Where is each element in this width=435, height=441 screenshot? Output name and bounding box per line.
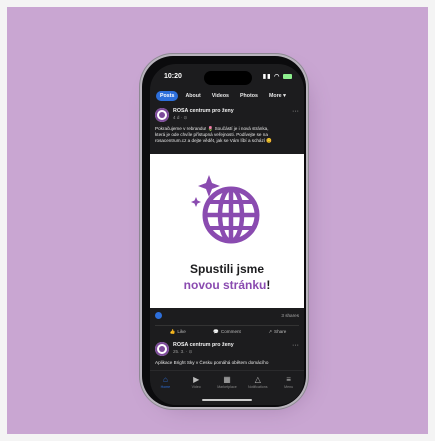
post-meta: 25. 3. · ⊙	[173, 349, 193, 354]
comment-button[interactable]: 💬 Comment	[211, 329, 241, 339]
comment-label: Comment	[220, 329, 241, 334]
avatar[interactable]	[155, 342, 169, 356]
post-text: Pokračujeme v rebrandu! 🌷 Součástí je i …	[155, 126, 299, 144]
shares-count[interactable]: 3 shares	[281, 313, 299, 318]
status-icons: ▮▮ ◠	[263, 73, 292, 80]
tab-more[interactable]: More ▾	[265, 91, 290, 101]
image-headline: Spustili jsme	[189, 262, 265, 276]
post-author[interactable]: ROSA centrum pro ženy	[173, 342, 234, 348]
like-reaction-icon[interactable]	[155, 312, 162, 319]
phone-screen: 10:20 ▮▮ ◠ Posts About Videos Photos Mor…	[150, 64, 304, 405]
post-image[interactable]: Spustili jsme novou stránku!	[150, 154, 304, 308]
like-button[interactable]: 👍 Like	[168, 329, 186, 339]
marketplace-icon: ▦	[223, 375, 231, 384]
share-label: Share	[274, 329, 287, 334]
nav-label: Menu	[284, 385, 294, 389]
share-button[interactable]: ↗ Share	[266, 329, 286, 339]
tab-posts[interactable]: Posts	[156, 91, 179, 101]
like-label: Like	[177, 329, 186, 334]
post-author[interactable]: ROSA centrum pro ženy	[173, 108, 234, 114]
menu-icon: ≡	[286, 375, 291, 384]
nav-home[interactable]: ⌂ Home	[154, 371, 176, 405]
post-text: Aplikace Bright Sky v Česku pomáhá oběte…	[155, 360, 269, 365]
home-indicator	[202, 399, 252, 401]
nav-label: Notifications	[247, 385, 268, 389]
status-bar: 10:20 ▮▮ ◠	[150, 71, 304, 85]
tab-videos[interactable]: Videos	[208, 91, 233, 101]
post-header: ROSA centrum pro ženy 4 d · ⊙ ···	[155, 108, 299, 124]
share-icon: ↗	[268, 329, 273, 334]
reaction-bar: 3 shares	[155, 312, 299, 320]
comment-icon: 💬	[213, 329, 219, 334]
post-meta: 4 d · ⊙	[173, 115, 188, 120]
bell-icon: △	[254, 375, 261, 384]
image-subheadline: novou stránku!	[150, 278, 304, 292]
second-post: ROSA centrum pro ženy 25. 3. · ⊙ ··· Apl…	[155, 342, 299, 372]
thumbs-up-icon: 👍	[169, 329, 176, 334]
post-text-line: rosacentrum.cz a dejte vědět, jak se Vám…	[155, 138, 273, 143]
more-options-icon[interactable]: ···	[292, 342, 299, 349]
page-tabs: Posts About Videos Photos More ▾	[156, 90, 298, 102]
phone-frame: 10:20 ▮▮ ◠ Posts About Videos Photos Mor…	[139, 53, 309, 410]
home-icon: ⌂	[162, 375, 168, 384]
video-icon: ▶	[193, 375, 200, 384]
image-subheadline-text: novou stránku	[183, 278, 267, 292]
wifi-icon: ◠	[274, 74, 281, 80]
tab-photos[interactable]: Photos	[236, 91, 262, 101]
tab-about[interactable]: About	[181, 91, 204, 101]
nav-label: Home	[160, 385, 171, 389]
status-time: 10:20	[164, 73, 182, 80]
avatar[interactable]	[155, 108, 169, 122]
battery-icon	[283, 73, 292, 79]
image-exclamation: !	[266, 278, 271, 292]
nav-menu[interactable]: ≡ Menu	[278, 371, 300, 405]
nav-label: Video	[191, 385, 201, 389]
more-options-icon[interactable]: ···	[292, 108, 299, 115]
post-actions: 👍 Like 💬 Comment ↗ Share	[155, 325, 299, 339]
signal-icon: ▮▮	[262, 74, 272, 80]
phone-bezel: 10:20 ▮▮ ◠ Posts About Videos Photos Mor…	[142, 56, 306, 407]
nav-label: Marketplace	[217, 385, 237, 389]
globe-icon	[187, 169, 269, 251]
